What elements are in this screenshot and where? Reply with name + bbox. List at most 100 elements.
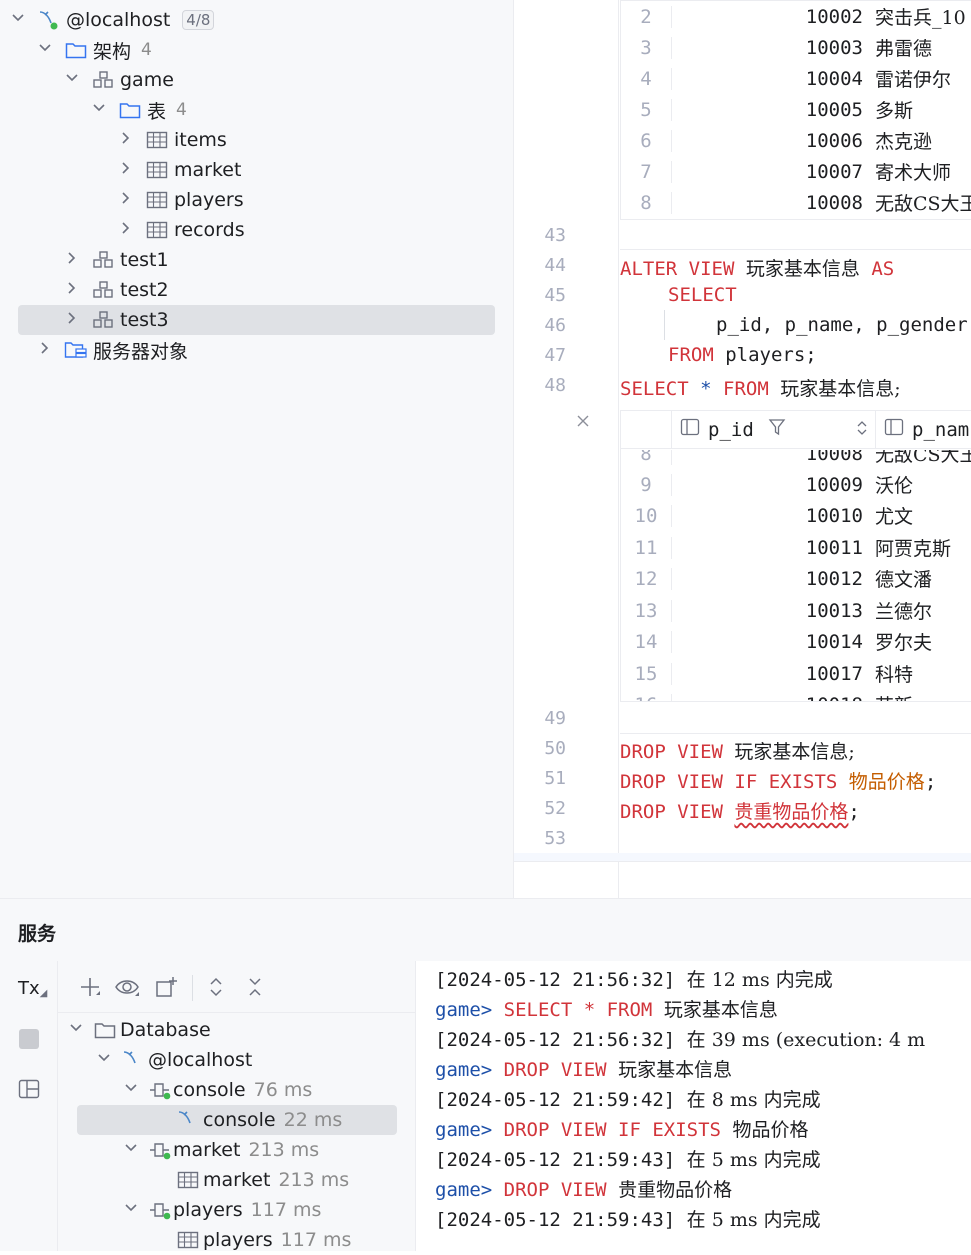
table-row[interactable]: 13 10013 兰德尔 <box>621 595 971 626</box>
cell-id[interactable]: 10008 <box>671 191 869 214</box>
tree-node-game[interactable]: game <box>62 65 174 95</box>
cell-name[interactable]: 艾新 <box>869 691 913 701</box>
filter-icon[interactable] <box>768 418 786 441</box>
cell-name[interactable]: 多斯 <box>869 96 913 123</box>
chevron-down-icon[interactable] <box>89 101 109 119</box>
cell-id[interactable]: 10014 <box>671 630 869 653</box>
tree-node-localhost[interactable]: @localhost 4/8 <box>8 5 215 35</box>
chevron-right-icon[interactable] <box>62 251 82 269</box>
service-node-session[interactable]: market 213 ms <box>121 1135 319 1165</box>
chevron-down-icon[interactable] <box>35 41 55 59</box>
chevron-down-icon[interactable] <box>121 1081 141 1099</box>
sql-editor[interactable]: 2 10002 突击兵_10 3 10003 弗雷德 4 10004 雷诺伊尔 5 10005… <box>513 0 971 898</box>
tree-node-table[interactable]: records <box>116 215 245 245</box>
chevron-down-icon[interactable] <box>66 1021 86 1039</box>
chevron-right-icon[interactable] <box>62 281 82 299</box>
add-icon[interactable] <box>76 973 104 1001</box>
chevron-right-icon[interactable] <box>116 161 136 179</box>
cell-id[interactable]: 10018 <box>671 693 869 701</box>
table-row[interactable]: 1610018艾新 <box>621 689 971 701</box>
service-node-table-result[interactable]: market 213 ms <box>175 1165 349 1195</box>
code-line-46[interactable]: p_id, p_name, p_gender <box>716 314 968 336</box>
cell-name[interactable]: 罗尔夫 <box>869 628 932 655</box>
chevron-down-icon[interactable] <box>94 1051 114 1069</box>
table-row[interactable]: 15 10017 科特 <box>621 658 971 689</box>
table-row[interactable]: 7 10007 寄术大师 <box>621 156 971 187</box>
table-row[interactable]: 5 10005 多斯 <box>621 94 971 125</box>
table-row[interactable]: 10 10010 尤文 <box>621 500 971 531</box>
code-line-51[interactable]: DROP VIEW IF EXISTS 物品价格; <box>620 767 936 794</box>
tree-node-table[interactable]: market <box>116 155 241 185</box>
sort-icon[interactable] <box>857 419 867 441</box>
code-line-50[interactable]: DROP VIEW 玩家基本信息; <box>620 737 855 764</box>
tree-node-test2[interactable]: test2 <box>62 275 169 305</box>
table-row[interactable]: 4 10004 雷诺伊尔 <box>621 63 971 94</box>
eye-icon[interactable] <box>114 973 142 1001</box>
code-line-47[interactable]: FROM players; <box>668 344 817 366</box>
collapse-icon[interactable] <box>241 973 269 1001</box>
cell-name[interactable]: 沃伦 <box>869 471 913 498</box>
chevron-right-icon[interactable] <box>116 131 136 149</box>
code-line-44[interactable]: ALTER VIEW 玩家基本信息 AS <box>620 254 894 281</box>
cell-id[interactable]: 10004 <box>671 67 869 90</box>
column-header-p_name[interactable]: p_nam <box>875 411 969 449</box>
table-row[interactable]: 8 10008 无敌CS大王 <box>621 187 971 218</box>
tree-node-table[interactable]: players <box>116 185 244 215</box>
tree-node-server-objects[interactable]: 服务器对象 <box>35 335 188 365</box>
code-line-45[interactable]: SELECT <box>668 284 737 306</box>
tx-mode-button[interactable]: Tx ◢ <box>18 978 47 999</box>
table-row[interactable]: 2 10002 突击兵_10 <box>621 1 971 32</box>
column-header-p_id[interactable]: p_id <box>671 411 875 449</box>
service-node-session[interactable]: players 117 ms <box>121 1195 321 1225</box>
chevron-down-icon[interactable] <box>121 1141 141 1159</box>
cell-id[interactable]: 10008 <box>671 450 869 465</box>
table-row[interactable]: 12 10012 德文潘 <box>621 563 971 594</box>
chevron-right-icon[interactable] <box>116 191 136 209</box>
cell-id[interactable]: 10012 <box>671 567 869 590</box>
code-line-52[interactable]: DROP VIEW 贵重物品价格; <box>620 797 860 824</box>
close-icon[interactable] <box>572 410 594 432</box>
cell-id[interactable]: 10005 <box>671 98 869 121</box>
service-node-session[interactable]: console 76 ms <box>121 1075 312 1105</box>
stop-icon[interactable] <box>19 1029 39 1049</box>
tree-node-tables[interactable]: 表 4 <box>89 95 187 125</box>
cell-name[interactable]: 科特 <box>869 660 913 687</box>
table-row[interactable]: 9 10009 沃伦 <box>621 469 971 500</box>
cell-name[interactable]: 雷诺伊尔 <box>869 65 951 92</box>
cell-id[interactable]: 10011 <box>671 536 869 559</box>
code-line-48[interactable]: SELECT * FROM 玩家基本信息; <box>620 374 901 401</box>
cell-name[interactable]: 德文潘 <box>869 565 932 592</box>
result-grid[interactable]: p_id p_nam 8 10008 无敌CS大王 9 10009 沃伦 10 10010… <box>620 410 971 702</box>
cell-name[interactable]: 无敌CS大王 <box>869 450 971 467</box>
layout-icon[interactable] <box>18 1079 40 1103</box>
chevron-right-icon[interactable] <box>62 311 82 329</box>
cell-id[interactable]: 10002 <box>671 5 869 28</box>
cell-name[interactable]: 阿贾克斯 <box>869 534 951 561</box>
cell-id[interactable]: 10003 <box>671 36 869 59</box>
chevron-down-icon[interactable] <box>8 11 28 29</box>
cell-name[interactable]: 突击兵_10 <box>869 3 966 30</box>
cell-id[interactable]: 10009 <box>671 473 869 496</box>
table-row[interactable]: 14 10014 罗尔夫 <box>621 626 971 657</box>
tree-node-table[interactable]: items <box>116 125 227 155</box>
inline-result-grid-top[interactable]: 2 10002 突击兵_10 3 10003 弗雷德 4 10004 雷诺伊尔 5 10005… <box>620 0 971 220</box>
cell-id[interactable]: 10017 <box>671 662 869 685</box>
service-node-database[interactable]: Database <box>66 1015 211 1045</box>
result-grid-body[interactable]: 8 10008 无敌CS大王 9 10009 沃伦 10 10010 尤文 11 10011 阿… <box>621 450 971 701</box>
chevron-right-icon[interactable] <box>116 221 136 239</box>
chevron-down-icon[interactable] <box>62 71 82 89</box>
cell-name[interactable]: 兰德尔 <box>869 597 932 624</box>
tree-node-test3[interactable]: test3 <box>18 305 495 335</box>
tree-node-test1[interactable]: test1 <box>62 245 169 275</box>
expand-icon[interactable] <box>202 973 230 1001</box>
service-node-localhost[interactable]: @localhost <box>94 1045 252 1075</box>
cell-id[interactable]: 10006 <box>671 129 869 152</box>
cell-name[interactable]: 尤文 <box>869 502 913 529</box>
table-row[interactable]: 6 10006 杰克逊 <box>621 125 971 156</box>
cell-name[interactable]: 寄术大师 <box>869 158 951 185</box>
cell-name[interactable]: 无敌CS大王 <box>869 189 971 216</box>
cell-id[interactable]: 10007 <box>671 160 869 183</box>
new-session-icon[interactable] <box>153 973 181 1001</box>
cell-name[interactable]: 弗雷德 <box>869 34 932 61</box>
table-row[interactable]: 11 10011 阿贾克斯 <box>621 532 971 563</box>
